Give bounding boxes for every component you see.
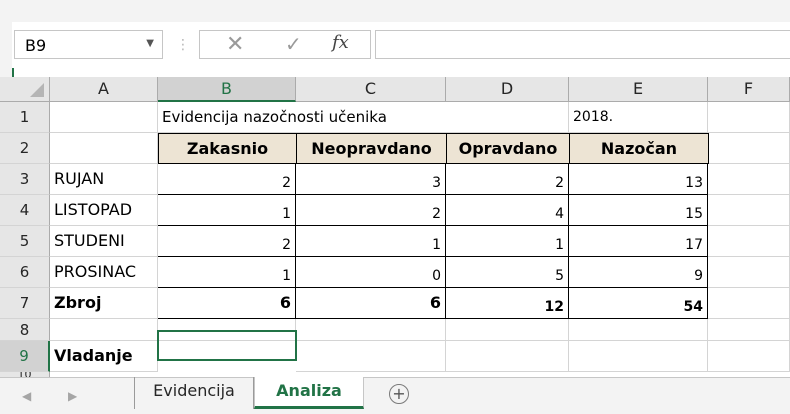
cell-d9[interactable] [446,341,569,372]
prev-sheet-icon[interactable]: ◀ [22,389,31,403]
data-cell[interactable]: 2 [446,164,569,195]
data-cell[interactable]: 4 [446,195,569,226]
tab-evidencija[interactable]: Evidencija [134,377,254,409]
column-header-a[interactable]: A [50,77,158,102]
cell-d8[interactable] [446,319,569,341]
data-cell[interactable]: 13 [569,164,708,195]
data-cell[interactable]: 1 [158,257,296,288]
month-label[interactable]: STUDENI [50,226,158,257]
cell-e9[interactable] [569,341,708,372]
month-label[interactable]: RUJAN [50,164,158,195]
row-header-4[interactable]: 4 [0,195,50,226]
tab-analiza[interactable]: Analiza [254,377,364,409]
cell-f2[interactable] [709,133,790,164]
select-all-icon [30,83,44,97]
cell-f3[interactable] [708,164,790,195]
ribbon-edge [0,0,790,22]
sheet-year[interactable]: 2018. [569,102,708,133]
cell-c9[interactable] [296,341,446,372]
cell-e8[interactable] [569,319,708,341]
data-cell[interactable]: 17 [569,226,708,257]
total-label[interactable]: Zbroj [50,288,158,319]
row-header-7[interactable]: 7 [0,288,50,319]
month-label[interactable]: LISTOPAD [50,195,158,226]
data-cell[interactable]: 1 [158,195,296,226]
column-header-e[interactable]: E [569,77,708,102]
cell-f1[interactable] [708,102,790,133]
formula-input[interactable] [375,30,790,59]
total-cell[interactable]: 6 [296,288,446,319]
total-cell[interactable]: 6 [158,288,296,319]
cancel-icon[interactable]: ✕ [226,32,244,57]
cell-a1[interactable] [50,102,158,133]
enter-icon[interactable]: ✓ [285,32,302,56]
name-box-value: B9 [25,36,47,55]
next-sheet-icon[interactable]: ▶ [68,389,77,403]
row-header-8[interactable]: 8 [0,319,50,341]
sheet-title[interactable]: Evidencija nazočnosti učenika [158,102,446,133]
row-header-3[interactable]: 3 [0,164,50,195]
cell-f6[interactable] [708,257,790,288]
name-box[interactable]: B9 ▼ [14,30,163,59]
cell-f7[interactable] [708,288,790,319]
header-neopravdano[interactable]: Neopravdano [296,133,447,164]
column-header-c[interactable]: C [296,77,446,102]
active-cell-b9[interactable] [157,330,297,361]
add-sheet-icon[interactable]: + [389,384,409,404]
row-header-1[interactable]: 1 [0,102,50,133]
data-cell[interactable]: 5 [446,257,569,288]
data-cell[interactable]: 2 [296,195,446,226]
column-header-b[interactable]: B [158,77,296,102]
conduct-label[interactable]: Vladanje [50,341,158,372]
row-header-5[interactable]: 5 [0,226,50,257]
header-opravdano[interactable]: Opravdano [446,133,570,164]
total-cell[interactable]: 12 [446,288,569,319]
cell-f9[interactable] [708,341,790,372]
formula-separator: ⋮ [176,34,190,56]
cell-d1[interactable] [446,102,569,133]
dropdown-arrow-icon[interactable]: ▼ [146,38,154,49]
row-header-2[interactable]: 2 [0,133,50,164]
header-nazocan[interactable]: Nazočan [569,133,709,164]
total-cell[interactable]: 54 [569,288,708,319]
header-zakasnio[interactable]: Zakasnio [158,133,297,164]
data-cell[interactable]: 2 [158,226,296,257]
column-header-f[interactable]: F [708,77,790,102]
data-cell[interactable]: 2 [158,164,296,195]
month-label[interactable]: PROSINAC [50,257,158,288]
function-icon[interactable]: fx [332,32,349,53]
data-cell[interactable]: 15 [569,195,708,226]
cell-c8[interactable] [296,319,446,341]
cell-f4[interactable] [708,195,790,226]
data-cell[interactable]: 1 [446,226,569,257]
cell-f5[interactable] [708,226,790,257]
data-cell[interactable]: 0 [296,257,446,288]
cell-f8[interactable] [708,319,790,341]
data-cell[interactable]: 9 [569,257,708,288]
data-cell[interactable]: 1 [296,226,446,257]
data-cell[interactable]: 3 [296,164,446,195]
cell-a2[interactable] [50,133,158,164]
cell-a8[interactable] [50,319,158,341]
row-header-6[interactable]: 6 [0,257,50,288]
row-header-9[interactable]: 9 [0,341,50,372]
column-header-d[interactable]: D [446,77,569,102]
